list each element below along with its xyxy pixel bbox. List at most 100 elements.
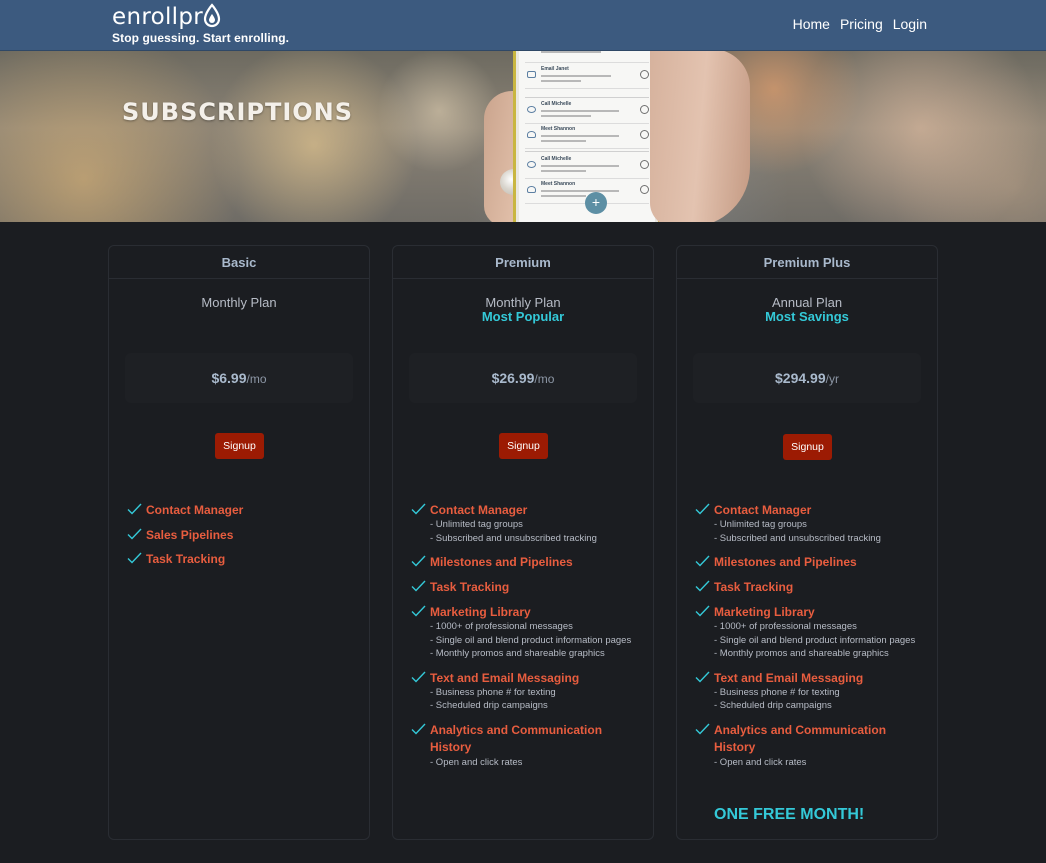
feature-item: Milestones and Pipelines <box>411 554 641 570</box>
feature-detail: - Open and click rates <box>430 756 523 768</box>
plan-name: Basic <box>109 246 369 279</box>
phone-list-item: Call Michelle <box>525 98 649 124</box>
feature-detail: - Open and click rates <box>714 756 807 768</box>
pricing-plans: Basic Monthly Plan $6.99/mo Signup Conta… <box>108 245 938 840</box>
feature-list: Contact Manager - Unlimited tag groups -… <box>411 502 641 778</box>
brand[interactable]: enrollpr Stop guessing. Start enrolling. <box>112 2 289 45</box>
feature-item: Milestones and Pipelines <box>695 554 925 570</box>
feature-item: Task Tracking <box>411 579 641 595</box>
feature-item: Contact Manager - Unlimited tag groups -… <box>411 502 641 545</box>
hero-banner: Email Janet Call Michelle Meet Shannon C… <box>0 51 1046 222</box>
plan-billing: Monthly Plan <box>485 295 561 310</box>
feature-title: Contact Manager <box>146 503 244 517</box>
feature-detail: - Business phone # for texting <box>714 686 840 698</box>
plan-price: $26.99 <box>491 370 535 386</box>
checkmark-icon <box>695 555 710 567</box>
feature-item: Task Tracking <box>695 579 925 595</box>
feature-item: Text and Email Messaging - Business phon… <box>411 670 641 713</box>
plan-period: /mo <box>534 372 555 386</box>
feature-title: Analytics and Communication History <box>430 722 603 754</box>
feature-detail: - Unlimited tag groups <box>714 519 807 530</box>
signup-button-premium[interactable]: Signup <box>499 433 548 459</box>
checkmark-icon <box>411 605 426 617</box>
feature-title: Contact Manager <box>430 503 528 517</box>
plan-tag <box>109 310 369 324</box>
people-icon <box>527 131 536 138</box>
nav-login-link[interactable]: Login <box>893 16 927 32</box>
feature-title: Milestones and Pipelines <box>714 555 857 569</box>
feature-item: Task Tracking <box>127 551 357 567</box>
feature-item: Analytics and Communication History - Op… <box>411 722 641 770</box>
feature-title: Task Tracking <box>714 580 794 594</box>
phone-list-item: Call Michelle <box>525 153 649 179</box>
free-month-banner: ONE FREE MONTH! <box>714 806 865 823</box>
feature-title: Task Tracking <box>430 580 510 594</box>
price-box: $294.99/yr <box>693 353 921 403</box>
checkmark-icon <box>695 723 710 735</box>
top-navbar: enrollpr Stop guessing. Start enrolling.… <box>0 0 1046 51</box>
radio-icon <box>640 70 649 79</box>
feature-detail: - Subscribed and unsubscribed tracking <box>430 532 597 544</box>
checkmark-icon <box>695 605 710 617</box>
plan-billing: Monthly Plan <box>201 295 277 310</box>
main-nav: Home Pricing Login <box>793 16 927 32</box>
phone-list-item <box>525 51 649 63</box>
feature-list: Contact Manager - Unlimited tag groups -… <box>695 502 925 778</box>
phone-list-item: Meet Shannon <box>525 123 649 149</box>
checkmark-icon <box>695 503 710 515</box>
feature-item: Contact Manager <box>127 502 357 518</box>
feature-detail: - Single oil and blend product informati… <box>714 634 916 646</box>
logo[interactable]: enrollpr <box>112 2 289 30</box>
feature-title: Analytics and Communication History <box>714 722 887 754</box>
people-icon <box>527 186 536 193</box>
nav-pricing-link[interactable]: Pricing <box>840 16 883 32</box>
checkmark-icon <box>695 580 710 592</box>
feature-item: Analytics and Communication History - Op… <box>695 722 925 770</box>
brand-tagline: Stop guessing. Start enrolling. <box>112 31 290 45</box>
radio-icon <box>640 160 649 169</box>
feature-list: Contact Manager Sales Pipelines Task Tra… <box>127 502 357 576</box>
feature-detail: - Monthly promos and shareable graphics <box>430 648 605 659</box>
feature-detail: - 1000+ of professional messages <box>714 621 857 632</box>
signup-button-premium-plus[interactable]: Signup <box>783 434 832 460</box>
hand-image <box>650 51 750 222</box>
page-title: SUBSCRIPTIONS <box>122 98 354 126</box>
phone-icon <box>527 161 536 168</box>
envelope-icon <box>527 71 536 78</box>
plan-billing: Annual Plan <box>771 295 843 310</box>
checkmark-icon <box>411 671 426 683</box>
checkmark-icon <box>411 580 426 592</box>
feature-title: Text and Email Messaging <box>714 670 864 685</box>
plan-price: $294.99 <box>775 370 826 386</box>
price-box: $6.99/mo <box>125 353 353 403</box>
signup-button-basic[interactable]: Signup <box>215 433 264 459</box>
feature-detail: - Scheduled drip campaigns <box>714 700 832 711</box>
feature-title: Marketing Library <box>714 605 815 619</box>
feature-title: Text and Email Messaging <box>430 670 580 685</box>
price-box: $26.99/mo <box>409 353 637 403</box>
feature-detail: - Scheduled drip campaigns <box>430 700 548 711</box>
checkmark-icon <box>411 723 426 735</box>
feature-item: Text and Email Messaging - Business phon… <box>695 670 925 713</box>
checkmark-icon <box>411 503 426 515</box>
plan-card-premium-plus: Premium Plus Annual Plan Most Savings $2… <box>676 245 938 840</box>
feature-title: Marketing Library <box>430 605 531 619</box>
checkmark-icon <box>127 552 142 564</box>
feature-title: Sales Pipelines <box>146 528 234 542</box>
radio-icon <box>640 185 649 194</box>
plan-period: /yr <box>825 372 839 386</box>
feature-detail: - Business phone # for texting <box>430 686 556 698</box>
plan-price: $6.99 <box>211 370 247 386</box>
feature-item: Sales Pipelines <box>127 527 357 543</box>
nav-home-link[interactable]: Home <box>793 16 830 32</box>
feature-detail: - Unlimited tag groups <box>430 519 523 530</box>
radio-icon <box>640 105 649 114</box>
logo-text: enrollpr <box>112 4 203 30</box>
phone-image: Email Janet Call Michelle Meet Shannon C… <box>513 51 661 222</box>
phone-list-item: Email Janet <box>525 63 649 89</box>
phone-icon <box>527 106 536 113</box>
plan-name: Premium Plus <box>677 246 937 279</box>
feature-detail: - Subscribed and unsubscribed tracking <box>714 532 881 544</box>
add-icon: + <box>585 192 607 214</box>
plan-card-premium: Premium Monthly Plan Most Popular $26.99… <box>392 245 654 840</box>
